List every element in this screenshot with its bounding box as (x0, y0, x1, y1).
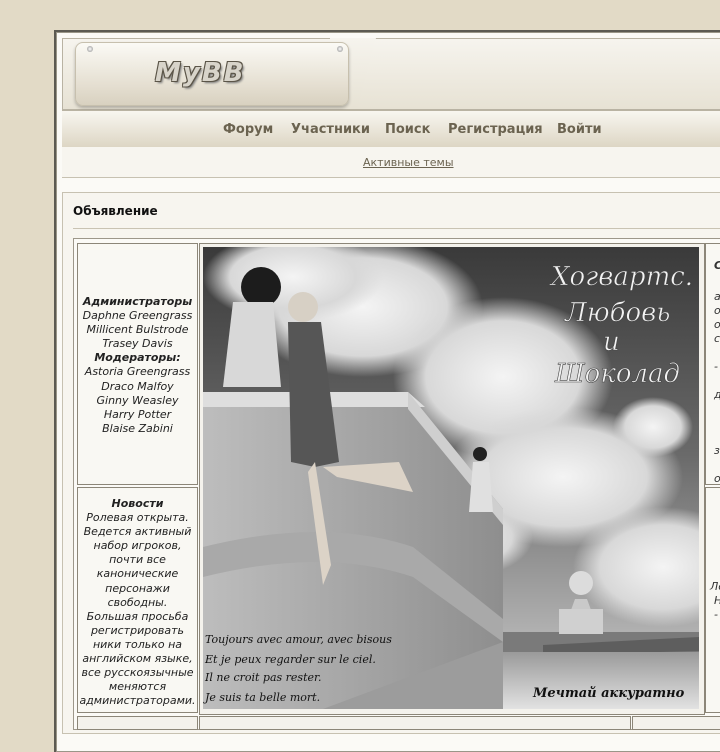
right-cell-bottom: Ле Н - (705, 487, 720, 713)
news-line: все русскоязычные (81, 666, 194, 680)
mod-name: Harry Potter (103, 407, 172, 421)
news-line: регистрировать (90, 623, 185, 637)
news-line: почти все (109, 553, 166, 567)
news-line: Ведется активный (83, 525, 192, 539)
news-line: Большая просьба (86, 609, 189, 623)
fragment-char: о (714, 304, 720, 317)
nav-members[interactable]: Участники (291, 122, 370, 137)
staff-cell: Администраторы Daphne Greengrass Millice… (77, 243, 198, 485)
nav-search[interactable]: Поиск (385, 122, 430, 137)
admins-heading: Администраторы (82, 295, 193, 308)
rivet-icon (337, 46, 343, 52)
table-cell (199, 716, 631, 730)
mod-name: Astoria Greengrass (84, 365, 191, 379)
mods-heading: Модераторы: (94, 351, 181, 365)
fragment-char: з (714, 444, 720, 457)
banner-poem-line: Je suis ta belle mort. (203, 691, 320, 704)
news-line: администраторами. (79, 694, 196, 708)
fragment-char: д (714, 388, 720, 401)
banner-title-line: Любовь (563, 298, 670, 328)
banner-image: Хогвартс. Любовь и Шоколад Toujours avec… (203, 247, 699, 709)
table-cell (632, 716, 720, 730)
banner-title-line: Хогвартс. (549, 262, 693, 292)
rivet-icon (87, 46, 93, 52)
nav-forum[interactable]: Форум (223, 122, 273, 137)
admin-name: Millicent Bulstrode (86, 323, 189, 337)
news-line: набор игроков, (93, 539, 182, 553)
active-topics-link[interactable]: Активные темы (363, 156, 454, 169)
news-heading: Новости (111, 497, 164, 510)
banner-poem-line: Toujours avec amour, avec bisous (205, 633, 392, 646)
announcement-title: Объявление (73, 204, 158, 218)
right-cell-top: С а о о с - д з о (705, 243, 720, 485)
admin-name: Trasey Davis (102, 337, 173, 351)
divider (73, 228, 720, 229)
news-line: свободны. (107, 595, 168, 609)
banner-poem-line: Et je peux regarder sur le ciel. (204, 653, 376, 666)
mod-name: Draco Malfoy (101, 379, 174, 393)
news-line: Ролевая открыта. (86, 511, 189, 525)
banner-title-line: и (603, 327, 620, 357)
news-line: английском языке, (82, 652, 193, 666)
fragment-char: Н (714, 594, 720, 607)
admin-name: Daphne Greengrass (82, 309, 193, 323)
banner-illustration: Хогвартс. Любовь и Шоколад Toujours avec… (203, 247, 699, 709)
mod-name: Blaise Zabini (102, 421, 173, 435)
fragment-char: о (714, 318, 720, 331)
site-logo[interactable]: MyBB (155, 58, 275, 88)
news-cell: Новости Ролевая открыта. Ведется активны… (77, 487, 198, 713)
nav-register[interactable]: Регистрация (448, 122, 543, 137)
banner-title-line: Шоколад (554, 359, 680, 389)
news-line: персонажи (105, 581, 170, 595)
nav-login[interactable]: Войти (557, 122, 602, 137)
news-line: канонические (96, 567, 179, 581)
fragment-char: а (714, 290, 720, 303)
news-line: ники только на (92, 637, 183, 651)
fragment-char: о (714, 472, 720, 484)
fragment-char: С (714, 259, 720, 272)
fragment-char: с (714, 332, 720, 345)
table-cell (77, 716, 198, 730)
mod-name: Ginny Weasley (96, 393, 179, 407)
fragment-char: Ле (710, 580, 720, 593)
banner-poem-line: Il ne croit pas rester. (204, 671, 322, 684)
banner-signature: Мечтай аккуратно (532, 686, 685, 701)
fragment-char: - (714, 608, 718, 621)
fragment-char: - (714, 360, 718, 373)
news-line: меняются (108, 680, 167, 694)
